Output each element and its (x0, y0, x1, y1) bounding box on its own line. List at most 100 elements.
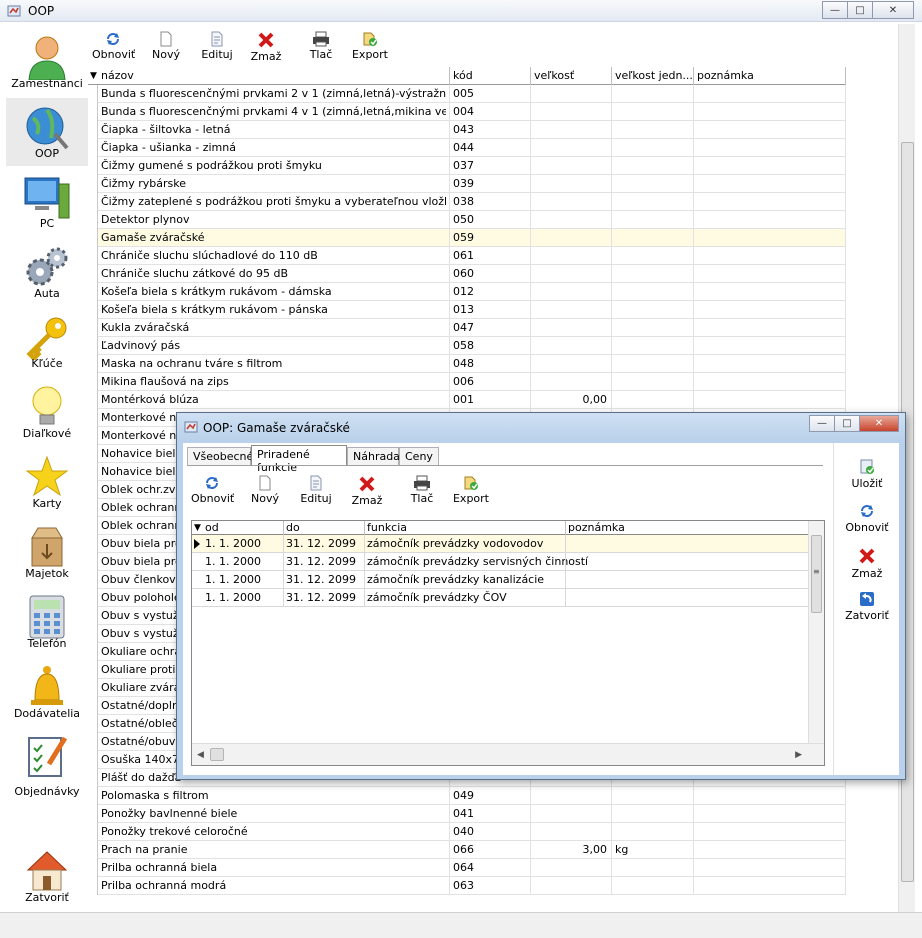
table-row[interactable]: Čižmy zateplené s podrážkou proti šmyku … (88, 193, 846, 211)
close-button[interactable]: ✕ (872, 1, 914, 19)
table-row[interactable]: Čiapka - ušianka - zimná 044 (88, 139, 846, 157)
minimize-button[interactable]: — (822, 1, 848, 19)
table-cell: 0,00 (582, 393, 608, 406)
table-row[interactable]: Ľadvinový pás 058 (88, 337, 846, 355)
table-row[interactable]: Chrániče sluchu zátkové do 95 dB 060 (88, 265, 846, 283)
sidebar-item-karty[interactable]: Karty (6, 448, 88, 516)
table-row[interactable]: Čižmy gumené s podrážkou proti šmyku 037 (88, 157, 846, 175)
table-row[interactable]: Bunda s fluorescenčnými prvkami 4 v 1 (z… (88, 103, 846, 121)
dialog-export-button[interactable]: Export (451, 473, 491, 505)
printer-icon (414, 475, 430, 491)
key-icon (26, 317, 67, 360)
sub-grid-header: ▼ od do funkcia poznámka (192, 521, 824, 535)
table-row[interactable]: Prilba ochranná biela 064 (88, 859, 846, 877)
table-row[interactable]: Detektor plynov 050 (88, 211, 846, 229)
dialog-side-delete-button[interactable]: Zmaž (834, 547, 900, 580)
edit-button[interactable]: Edituj (198, 28, 236, 61)
table-cell: 058 (453, 339, 474, 352)
table-cell: 006 (453, 375, 474, 388)
sidebar-item-zatvorit[interactable]: Zatvoriť (6, 842, 88, 910)
col-header-velkost[interactable]: veľkosť (534, 69, 574, 82)
table-row[interactable]: Košeľa biela s krátkym rukávom - dámska 0… (88, 283, 846, 301)
table-row[interactable]: 1. 1. 2000 31. 12. 2099 zámočník prevádzky… (192, 589, 824, 607)
dialog-delete-button[interactable]: Zmaž (349, 473, 385, 507)
tab-ceny[interactable]: Ceny (399, 447, 439, 465)
tab-priradene-funkcie[interactable]: Priradené funkcie (251, 445, 347, 474)
table-cell: 31. 12. 2099 (286, 573, 356, 586)
table-cell: Košeľa biela s krátkym rukávom - pánska (101, 303, 328, 316)
sidebar-item-auta[interactable]: Auta (6, 238, 88, 306)
dialog-minimize-button[interactable]: — (809, 415, 835, 432)
table-row[interactable]: Bunda s fluorescenčnými prvkami 2 v 1 (z… (88, 85, 846, 103)
dialog-close-button[interactable]: ✕ (859, 415, 899, 432)
table-row[interactable]: Košeľa biela s krátkym rukávom - pánska 0… (88, 301, 846, 319)
sidebar-item-pc[interactable]: PC (6, 168, 88, 236)
sidebar-item-kluce[interactable]: Kľúče (6, 308, 88, 376)
new-document-icon (160, 31, 172, 47)
sidebar-item-majetok[interactable]: Majetok (6, 518, 88, 586)
save-button[interactable]: Uložiť (834, 459, 900, 490)
dialog-print-button[interactable]: Tlač (407, 473, 437, 505)
table-row[interactable]: 1. 1. 2000 31. 12. 2099 zámočník prevádzky… (192, 553, 824, 571)
table-row[interactable]: 1. 1. 2000 31. 12. 2099 zámočník prevádzky… (192, 535, 824, 553)
table-cell: Košeľa biela s krátkym rukávom - dámska (101, 285, 332, 298)
table-cell: Čižmy rybárske (101, 177, 186, 190)
dialog-side-refresh-button[interactable]: Obnoviť (834, 503, 900, 534)
app-icon (7, 5, 21, 17)
col-header-od[interactable]: od (205, 521, 219, 534)
dialog-new-button[interactable]: Nový (247, 473, 283, 505)
table-row[interactable]: Prilba ochranná modrá 063 (88, 877, 846, 895)
sidebar-item-telefon[interactable]: Telefón (6, 588, 88, 656)
sub-grid-vertical-scrollbar[interactable]: ≡ (808, 521, 824, 743)
table-row[interactable]: Polomaska s filtrom 049 (88, 787, 846, 805)
tab-nahrada[interactable]: Náhrada (347, 447, 400, 465)
h-scroll-thumb[interactable] (210, 748, 224, 761)
table-row[interactable]: Mikina flaušová na zips 006 (88, 373, 846, 391)
table-cell: 061 (453, 249, 474, 262)
sidebar-item-dialkove[interactable]: Diaľkové (6, 378, 88, 446)
table-row[interactable]: Montérková blúza 001 0,00 (88, 391, 846, 409)
export-button[interactable]: Export (350, 28, 390, 61)
table-row[interactable]: Kukla zváračská 047 (88, 319, 846, 337)
maximize-button[interactable]: □ (847, 1, 873, 19)
col-header-poznamka[interactable]: poznámka (568, 521, 625, 534)
dialog-edit-button[interactable]: Edituj (297, 473, 335, 505)
dialog-refresh-button[interactable]: Obnoviť (191, 473, 234, 505)
dialog-close-action-button[interactable]: Zatvoriť (834, 591, 900, 622)
new-button[interactable]: Nový (148, 28, 184, 61)
col-header-poznamka[interactable]: poznámka (697, 69, 754, 82)
table-row[interactable]: Ponožky trekové celoročné 040 (88, 823, 846, 841)
table-cell: Čižmy zateplené s podrážkou proti šmyku … (101, 195, 446, 208)
sidebar-item-zamestnanci[interactable]: Zamestnanci (6, 28, 88, 96)
table-row[interactable]: Maska na ochranu tváre s filtrom 048 (88, 355, 846, 373)
table-cell: 064 (453, 861, 474, 874)
dialog-maximize-button[interactable]: □ (834, 415, 860, 432)
table-row[interactable]: Gamaše zváračské 059 (88, 229, 846, 247)
table-row[interactable]: Prach na pranie 066 3,00 kg (88, 841, 846, 859)
export-icon (464, 476, 478, 490)
print-button[interactable]: Tlač (306, 28, 336, 61)
col-header-velkost-jednotka[interactable]: veľkost jedn... (615, 69, 693, 82)
delete-button[interactable]: Zmaž (248, 28, 284, 63)
table-row[interactable]: Chrániče sluchu slúchadlové do 110 dB 061 (88, 247, 846, 265)
col-header-do[interactable]: do (286, 521, 300, 534)
scroll-left-icon[interactable]: ◀ (197, 750, 204, 760)
sub-grid-horizontal-scrollbar[interactable]: ◀ ▶ (192, 743, 824, 765)
refresh-button[interactable]: Obnoviť (92, 28, 135, 61)
sidebar-item-objednavky[interactable]: Objednávky (6, 728, 88, 804)
sidebar-item-dodavatelia[interactable]: Dodávatelia (6, 658, 88, 726)
table-row[interactable]: 1. 1. 2000 31. 12. 2099 zámočník prevádzky… (192, 571, 824, 589)
tab-vseobecne[interactable]: Všeobecné (187, 447, 253, 465)
table-cell: Gamaše zváračské (101, 231, 205, 244)
table-row[interactable]: Ponožky bavlnenné biele 041 (88, 805, 846, 823)
col-header-funkcia[interactable]: funkcia (367, 521, 407, 534)
scroll-right-icon[interactable]: ▶ (795, 750, 802, 760)
table-cell: kg (615, 843, 629, 856)
gears-icon (26, 247, 68, 286)
main-titlebar: OOP — □ ✕ (0, 0, 922, 22)
col-header-nazov[interactable]: názov (101, 69, 134, 82)
sidebar-item-oop[interactable]: OOP (6, 98, 88, 166)
col-header-kod[interactable]: kód (453, 69, 473, 82)
table-row[interactable]: Čižmy rybárske 039 (88, 175, 846, 193)
table-row[interactable]: Čiapka - šiltovka - letná 043 (88, 121, 846, 139)
